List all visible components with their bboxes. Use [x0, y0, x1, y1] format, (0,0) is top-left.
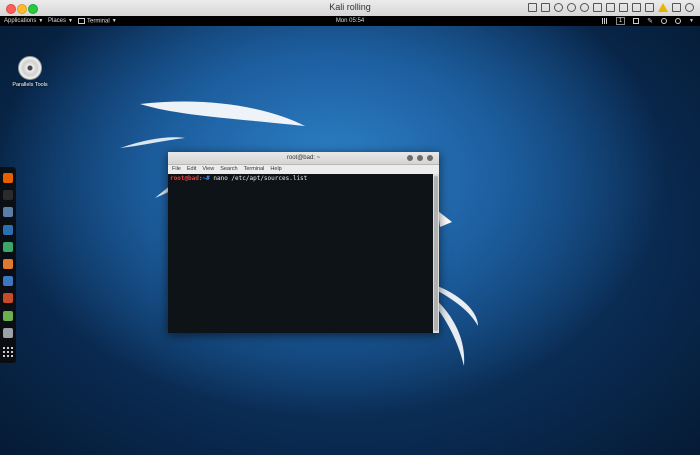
favorites-dock	[0, 167, 16, 363]
record-icon[interactable]	[567, 3, 576, 12]
terminal-menu-search[interactable]: Search	[220, 165, 237, 174]
screen-icon[interactable]	[541, 3, 550, 12]
ethernet-icon[interactable]	[672, 3, 681, 12]
terminal-maximize-button[interactable]	[417, 155, 423, 161]
terminal-menu-view[interactable]: View	[202, 165, 214, 174]
app-grid-dot	[3, 347, 5, 349]
app-grid-dot	[7, 347, 9, 349]
network-icon[interactable]	[645, 3, 654, 12]
workspace-indicator[interactable]: 1	[615, 17, 626, 25]
scrollbar-thumb[interactable]	[434, 176, 438, 331]
firefox-icon[interactable]	[3, 173, 13, 183]
terminal-window[interactable]: root@bad: ~ File Edit View Search Terminal He…	[168, 152, 439, 333]
terminal-command: nano /etc/apt/sources.list	[209, 175, 308, 182]
burpsuite-icon[interactable]	[3, 259, 13, 269]
terminal-minimize-button[interactable]	[407, 155, 413, 161]
folder-icon[interactable]	[619, 3, 628, 12]
prompt-user: root@bad	[170, 175, 199, 182]
volume-icon[interactable]	[661, 18, 668, 24]
terminal-menu-file[interactable]: File	[172, 165, 181, 174]
prompt-path: :~#	[198, 175, 210, 182]
app-grid-dot	[7, 355, 9, 357]
disc-icon[interactable]	[580, 3, 589, 12]
terminal-icon[interactable]	[3, 190, 13, 201]
parallels-tools-icon[interactable]: Parallels Tools	[12, 56, 48, 88]
panel-clock[interactable]: Mon 05:54	[0, 18, 700, 24]
maltego-icon[interactable]	[3, 276, 13, 287]
metasploit-icon[interactable]	[3, 224, 13, 235]
terminal-menu-terminal[interactable]: Terminal	[244, 165, 265, 174]
grid-icon[interactable]	[601, 18, 608, 24]
terminal-window-title: root@bad: ~	[286, 155, 321, 161]
app-grid-dot	[7, 351, 9, 353]
gear-icon[interactable]	[685, 3, 694, 12]
pen-icon[interactable]: ✎	[647, 17, 653, 25]
app-grid-dot	[11, 355, 13, 357]
monitor-icon[interactable]	[606, 3, 615, 12]
panel-status-area: 1 ✎ ▼	[601, 17, 694, 25]
dropdown-icon[interactable]: ▼	[689, 18, 694, 24]
app-grid-dot	[11, 351, 13, 353]
terminal-menu-edit[interactable]: Edit	[187, 165, 196, 174]
disc-icon	[18, 56, 42, 80]
armitage-icon[interactable]	[3, 241, 13, 252]
desktop-background: Parallels Tools root@bad: ~ File Edit View…	[0, 26, 700, 455]
terminal-titlebar[interactable]: root@bad: ~	[168, 152, 439, 165]
power-icon[interactable]	[675, 18, 682, 24]
keyboard-icon[interactable]	[528, 3, 537, 12]
warning-icon[interactable]	[658, 3, 668, 12]
leafpad-icon[interactable]	[3, 310, 13, 321]
desktop-icon-label: Parallels Tools	[12, 82, 48, 88]
beef-icon[interactable]	[3, 293, 13, 304]
usb-icon[interactable]	[632, 3, 641, 12]
app-grid-dot	[3, 351, 5, 353]
host-titlebar: Kali rolling	[0, 0, 700, 17]
show-applications-icon[interactable]	[3, 347, 13, 357]
gnome-top-panel: Applications ▼ Places ▼ Terminal ▼ Mon 05:5…	[0, 16, 700, 26]
terminal-scrollbar[interactable]	[433, 174, 439, 333]
host-toolbar	[528, 3, 694, 12]
keyboard-layout-icon[interactable]	[633, 18, 640, 24]
app-grid-dot	[11, 347, 13, 349]
terminal-output[interactable]: root@bad:~# nano /etc/apt/sources.list	[168, 174, 433, 333]
microphone-icon[interactable]	[554, 3, 563, 12]
printer-icon[interactable]	[593, 3, 602, 12]
terminal-close-button[interactable]	[427, 155, 433, 161]
terminal-menu-help[interactable]: Help	[270, 165, 281, 174]
faraday-icon[interactable]	[3, 327, 13, 338]
app-grid-dot	[3, 355, 5, 357]
files-icon[interactable]	[3, 207, 13, 218]
